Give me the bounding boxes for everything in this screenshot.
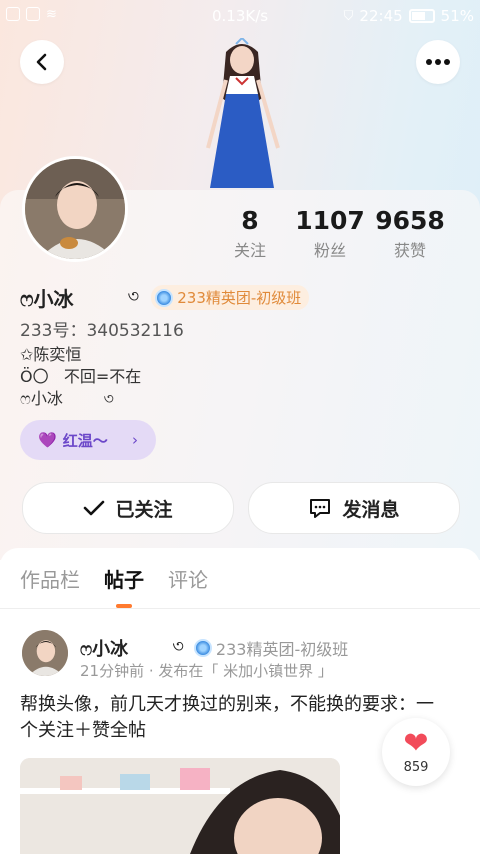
chevron-left-icon [36,53,47,71]
clock: 22:45 [359,7,403,25]
like-button[interactable]: ❤ 859 [382,718,450,786]
bio-line: ෆ小冰 ৩ [20,389,114,408]
bio-line: Ö〇 不回=不在 [20,367,142,386]
follow-label: 已关注 [115,498,173,521]
stat-label: 关注 [233,241,266,260]
profile-name: ෆ小冰 [20,287,74,311]
heart-icon: 💜 [38,431,57,449]
post-author-name[interactable]: ෆ小冰 [80,635,128,661]
post-meta: 21分钟前 · 发布在「 米加小镇世界 」 [80,662,333,680]
tab-works[interactable]: 作品栏 [20,564,80,593]
shield-icon: ⛉ [343,8,354,24]
following-stat[interactable]: 8 关注 [210,206,290,261]
post-author-avatar[interactable] [22,630,68,676]
avatar-photo [22,630,68,676]
mood-pill[interactable]: 💜 红温～ › [20,420,156,460]
status-bar: ≋ 0.13K/s ⛉ 22:45 51% [0,0,480,32]
message-label: 发消息 [342,498,400,521]
back-button[interactable] [20,40,64,84]
more-button[interactable] [416,40,460,84]
post-author-row: ෆ小冰 ৩ 233精英团-初级班 [80,632,348,663]
tab-comments[interactable]: 评论 [168,564,208,593]
battery-icon [408,9,435,23]
badge-icon [193,638,212,657]
profile-name-row: ෆ小冰 ৩ 233精英团-初级班 [20,282,310,313]
followers-stat[interactable]: 1107 粉丝 [290,206,370,261]
badge-icon [155,288,174,307]
follow-button[interactable]: 已关注 [22,482,234,534]
stat-value: 9658 [375,206,445,235]
notification-icon [6,7,20,21]
post-text[interactable]: 帮换头像，前几天才换过的别来，不能换的要求：一个关注＋赞全帖 [20,692,440,744]
stat-label: 粉丝 [313,241,346,260]
network-speed: 0.13K/s [212,7,269,25]
check-icon [84,500,105,516]
post-image[interactable] [20,758,340,854]
post-badge[interactable]: 233精英团-初级班 [193,636,349,660]
heart-icon: ❤ [403,726,429,761]
user-id: 233号：340532116 [20,321,184,341]
avatar-photo [25,159,125,259]
wifi-icon: ≋ [46,7,57,22]
stat-value: 8 [241,206,259,235]
badge-label: 233精英团-初级班 [177,289,302,307]
chat-bubble-icon [310,499,331,518]
profile-tabs: 作品栏 帖子 评论 [20,564,208,608]
bio-line: ✩陈奕恒 [20,345,82,364]
mood-label: 红温～ [62,431,108,450]
post-photo [20,758,340,854]
profile-stats: 8 关注 1107 粉丝 9658 获赞 [210,206,450,261]
profile-name-symbol: ৩ [127,286,140,307]
chevron-right-icon: › [132,431,138,449]
profile-avatar[interactable] [22,156,128,262]
notification-icons: ≋ [6,7,57,22]
more-dots-icon [426,59,450,65]
post-badge-label: 233精英团-初级班 [215,639,349,659]
profile-bio: ✩陈奕恒 Ö〇 不回=不在 ෆ小冰 ৩ [20,344,141,410]
like-count: 859 [403,760,429,775]
alert-icon [26,7,40,21]
message-button[interactable]: 发消息 [248,482,460,534]
tab-divider [0,608,480,609]
avatar-character-figure[interactable] [196,38,288,190]
likes-stat[interactable]: 9658 获赞 [370,206,450,261]
stat-value: 1107 [295,206,365,235]
battery-level: 51% [440,7,474,25]
post-author-symbol: ৩ [172,636,184,657]
group-badge[interactable]: 233精英团-初级班 [151,285,310,310]
stat-label: 获赞 [393,241,426,260]
tab-posts[interactable]: 帖子 [104,564,144,608]
